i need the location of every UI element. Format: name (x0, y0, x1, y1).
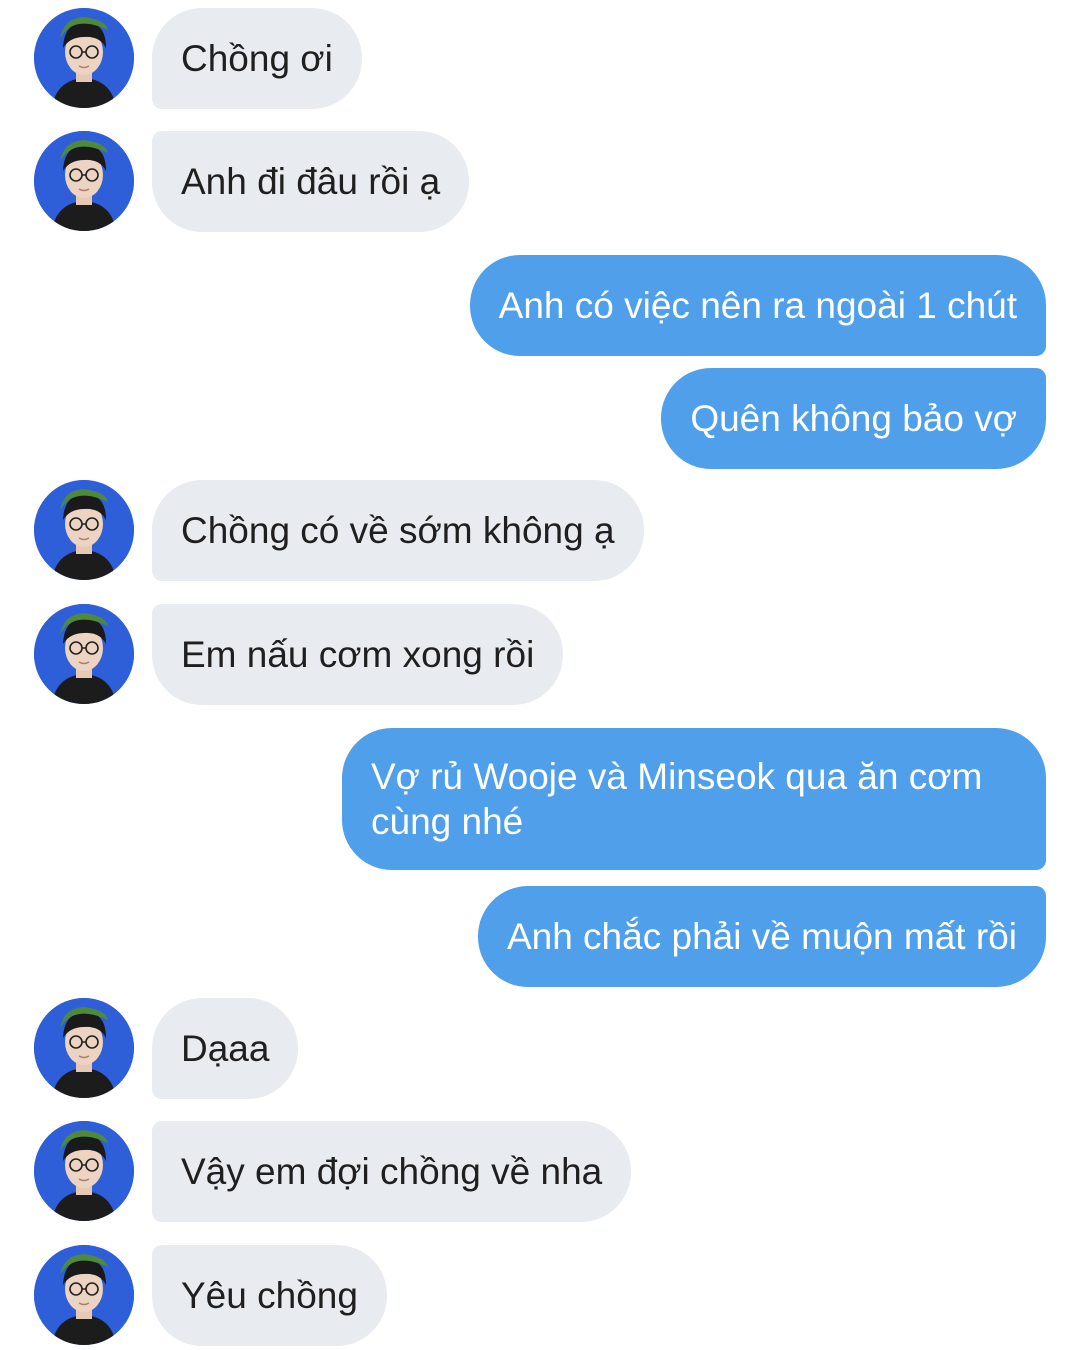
contact-avatar-icon[interactable] (34, 1121, 134, 1221)
message-bubble-incoming[interactable]: Anh đi đâu rồi ạ (152, 131, 470, 232)
message-bubble-incoming[interactable]: Em nấu cơm xong rồi (152, 604, 564, 705)
message-bubble-incoming[interactable]: Chồng ơi (152, 8, 362, 109)
contact-avatar-icon[interactable] (34, 480, 134, 580)
message-bubble-outgoing[interactable]: Quên không bảo vợ (661, 368, 1046, 469)
message-bubble-incoming[interactable]: Dạaa (152, 998, 299, 1099)
message-bubble-incoming[interactable]: Yêu chồng (152, 1245, 387, 1346)
message-bubble-outgoing[interactable]: Anh có việc nên ra ngoài 1 chút (469, 255, 1046, 356)
message-bubble-incoming[interactable]: Vậy em đợi chồng về nha (152, 1121, 632, 1222)
message-bubble-outgoing[interactable]: Anh chắc phải về muộn mất rồi (477, 886, 1046, 987)
contact-avatar-icon[interactable] (34, 998, 134, 1098)
contact-avatar-icon[interactable] (34, 131, 134, 231)
message-bubble-incoming[interactable]: Chồng có về sớm không ạ (152, 480, 644, 581)
contact-avatar-icon[interactable] (34, 8, 134, 108)
message-bubble-outgoing[interactable]: Vợ rủ Wooje và Minseok qua ăn cơm cùng n… (342, 728, 1046, 870)
contact-avatar-icon[interactable] (34, 1245, 134, 1345)
contact-avatar-icon[interactable] (34, 604, 134, 704)
